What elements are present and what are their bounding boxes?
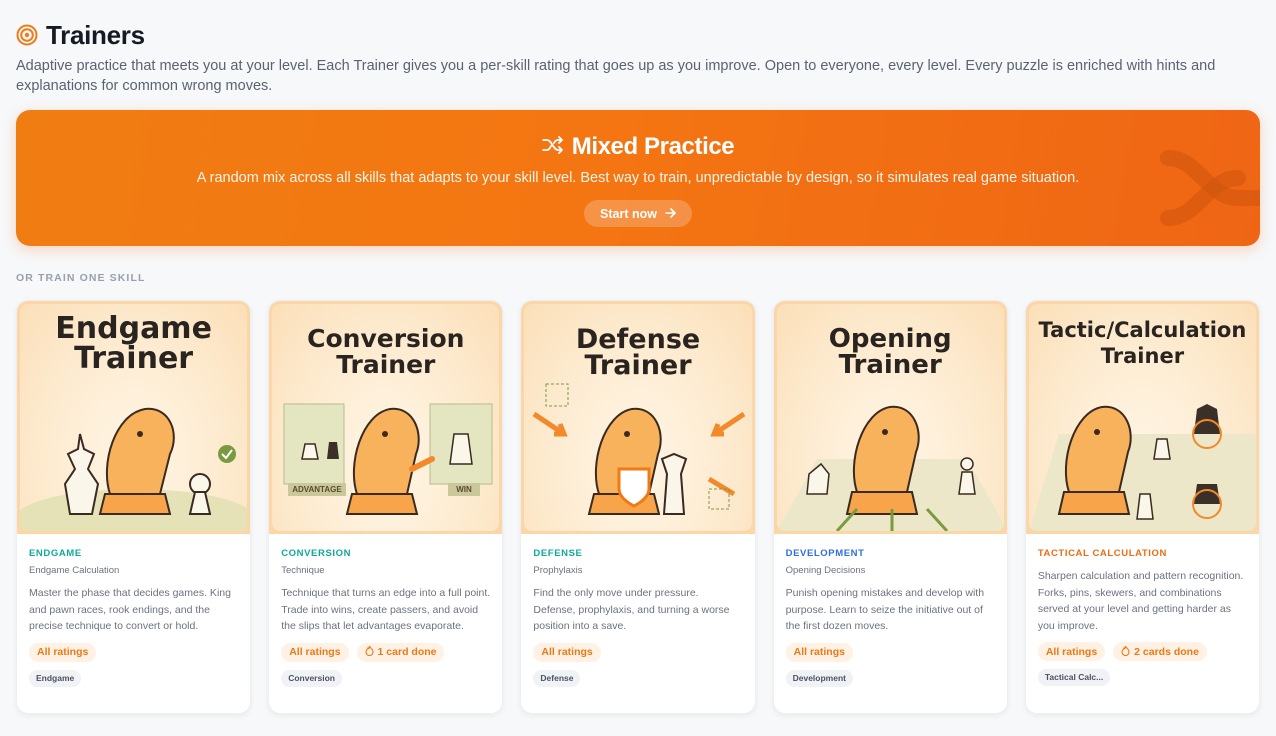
start-now-button[interactable]: Start now	[584, 200, 692, 227]
flame-icon	[1121, 645, 1130, 659]
skill-tag: Tactical Calc...	[1037, 669, 1111, 686]
card-description: Technique that turns an edge into a full…	[281, 587, 491, 632]
card-category: ENDGAME	[29, 548, 82, 559]
progress-badge: 1 card done	[356, 642, 445, 662]
start-now-label: Start now	[600, 206, 657, 221]
page-header: Trainers	[16, 18, 1260, 52]
card-subcategory: Technique	[281, 565, 325, 576]
image-title-line-1: Opening	[828, 324, 952, 354]
page-subtitle: Adaptive practice that meets you at your…	[16, 58, 1216, 94]
trainer-card-opening[interactable]: Opening Trainer DEVELOPMENT Opening Deci…	[772, 300, 1008, 714]
trainer-card-defense[interactable]: Defense Trainer DEFENSE Prophylaxis Find…	[520, 300, 756, 714]
image-title-line-2: Trainer	[1100, 344, 1185, 368]
card-description: Punish opening mistakes and develop with…	[785, 587, 985, 632]
shuffle-decoration-icon	[1160, 150, 1260, 226]
page-title: Trainers	[46, 19, 145, 50]
knight-mascot-icon	[533, 383, 746, 515]
image-title-line-2: Trainer	[74, 341, 194, 376]
card-subcategory: Endgame Calculation	[29, 565, 120, 576]
rating-badge: All ratings	[533, 642, 601, 662]
knight-mascot-icon	[283, 403, 493, 515]
progress-badge: 2 cards done	[1113, 642, 1207, 661]
hero-description: A random mix across all skills that adap…	[196, 170, 1080, 186]
rating-badge: All ratings	[1037, 642, 1106, 661]
skill-tag: Development	[785, 669, 853, 687]
skill-tag: Endgame	[29, 669, 82, 687]
image-title-line-1: Tactic/Calculation	[1038, 318, 1247, 342]
rating-badge: All ratings	[29, 642, 97, 662]
knight-mascot-icon	[776, 405, 1004, 531]
trainer-cards: Endgame Trainer ENDGAME Endgame Calculat…	[16, 300, 1261, 714]
card-description: Sharpen calculation and pattern recognit…	[1037, 570, 1244, 632]
target-icon	[16, 24, 38, 46]
rating-badge: All ratings	[785, 642, 853, 662]
card-illustration: Opening Trainer	[773, 301, 1007, 534]
arrow-right-icon	[665, 207, 676, 221]
section-label: OR TRAIN ONE SKILL	[16, 272, 146, 284]
advantage-label: ADVANTAGE	[288, 483, 346, 496]
trainer-card-conversion[interactable]: Conversion Trainer ADVANTAGE WIN CONVERS…	[268, 300, 504, 714]
trainer-card-tactical-calculation[interactable]: Tactic/Calculation Trainer TACTICAL CALC…	[1024, 300, 1261, 714]
image-title-line-1: Endgame	[55, 311, 212, 346]
card-illustration: Conversion Trainer ADVANTAGE WIN	[269, 301, 503, 534]
mixed-practice-banner[interactable]: Mixed Practice A random mix across all s…	[16, 110, 1260, 246]
card-category: DEVELOPMENT	[785, 548, 865, 559]
trainer-card-endgame[interactable]: Endgame Trainer ENDGAME Endgame Calculat…	[16, 300, 252, 714]
knight-mascot-icon	[1028, 404, 1257, 531]
card-description: Master the phase that decides games. Kin…	[29, 587, 231, 632]
image-title-line-1: Defense	[575, 324, 701, 355]
card-illustration: Tactic/Calculation Trainer	[1025, 301, 1260, 534]
rating-badge: All ratings	[281, 642, 349, 662]
card-subcategory: Prophylaxis	[533, 565, 583, 576]
skill-tag: Defense	[533, 669, 581, 687]
hero-title: Mixed Practice	[571, 133, 735, 160]
shuffle-icon	[541, 135, 564, 159]
win-label: WIN	[448, 483, 480, 496]
card-illustration: Endgame Trainer	[17, 301, 251, 534]
progress-label: 1 card done	[377, 646, 437, 658]
flame-icon	[364, 645, 374, 659]
card-category: CONVERSION	[281, 548, 352, 559]
card-illustration: Defense Trainer	[521, 301, 755, 534]
card-category: DEFENSE	[533, 548, 583, 559]
image-title-line-1: Conversion	[307, 324, 465, 353]
card-description: Find the only move under pressure. Defen…	[533, 587, 730, 632]
card-category: TACTICAL CALCULATION	[1037, 548, 1167, 559]
skill-tag: Conversion	[281, 669, 342, 687]
progress-label: 2 cards done	[1134, 645, 1199, 658]
knight-mascot-icon	[20, 407, 248, 531]
card-subcategory: Opening Decisions	[785, 565, 866, 576]
